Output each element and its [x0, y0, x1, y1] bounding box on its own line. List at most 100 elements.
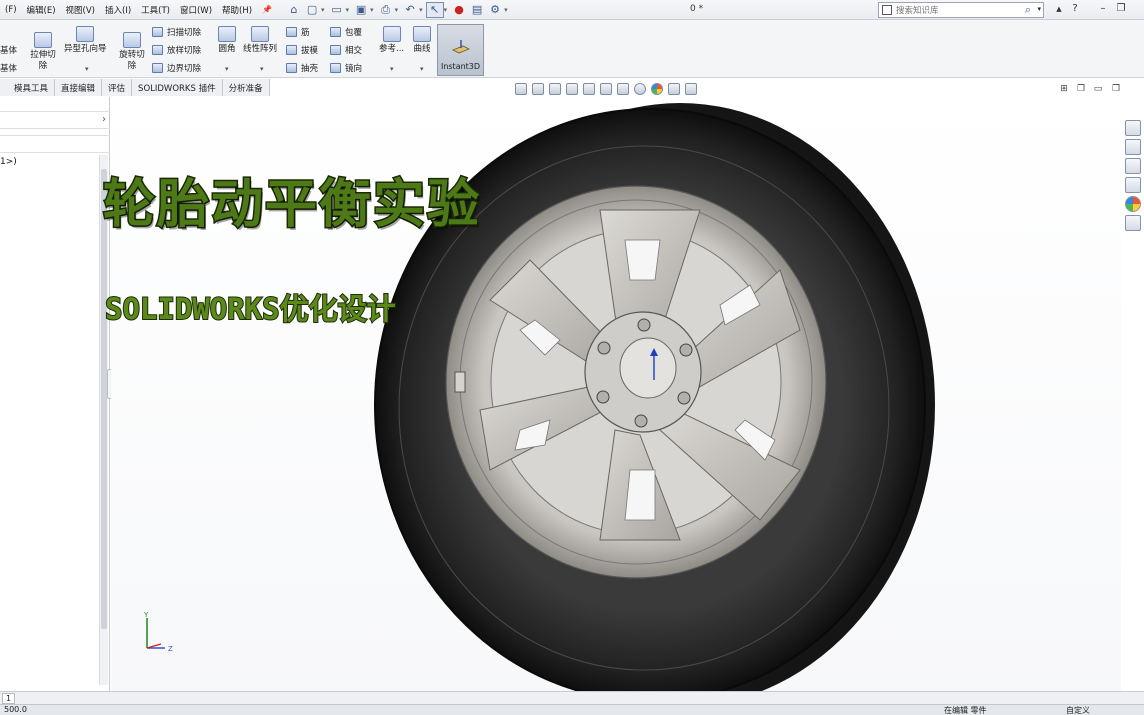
chevron-right-icon[interactable]: › — [102, 114, 106, 125]
file-explorer-icon[interactable] — [1124, 158, 1141, 174]
viewport-restore-icon[interactable]: ❐ — [1075, 84, 1087, 94]
linear-pattern-button[interactable]: 线性阵列 — [243, 26, 277, 55]
search-icon[interactable]: ⌕ — [1025, 3, 1031, 17]
chevron-down-icon[interactable]: ▾ — [1037, 5, 1041, 13]
menu-edit[interactable]: 编辑(E) — [22, 4, 61, 16]
feature-tree-item[interactable]: 1>) — [0, 157, 17, 167]
view-orientation-icon[interactable] — [600, 83, 612, 95]
intersect-button[interactable]: 相交 — [330, 44, 362, 56]
print-icon[interactable]: ⎙ — [377, 2, 395, 18]
viewport-tile-icon[interactable]: ▭ — [1092, 84, 1104, 94]
triad-y-label: Y — [143, 611, 149, 619]
viewport-close-icon[interactable]: ❐ — [1110, 84, 1122, 94]
display-style-icon[interactable] — [617, 83, 629, 95]
mirror-button[interactable]: 镜向 — [330, 62, 362, 74]
curves-button[interactable]: 曲线 — [413, 26, 431, 55]
file-properties-icon[interactable]: ▤ — [468, 2, 486, 18]
zoom-to-area-icon[interactable] — [532, 83, 544, 95]
menu-tools[interactable]: 工具(T) — [136, 4, 175, 16]
rebuild-icon[interactable]: ● — [450, 2, 468, 18]
appearances-icon[interactable] — [1124, 196, 1141, 212]
dynamic-annotation-icon[interactable] — [583, 83, 595, 95]
wrap-label: 包覆 — [345, 28, 363, 38]
instant3d-button[interactable]: Instant3D — [437, 24, 484, 76]
design-library-icon[interactable] — [1124, 139, 1141, 155]
open-folder-icon[interactable]: ▭ — [328, 2, 346, 18]
view-palette-icon[interactable] — [1124, 177, 1141, 193]
tab-analysis-preparation[interactable]: 分析准备 — [222, 79, 270, 96]
rib-button[interactable]: 筋 — [286, 26, 310, 38]
zoom-to-fit-icon[interactable] — [515, 83, 527, 95]
draft-label: 拔模 — [301, 46, 319, 56]
extrude-cut-button[interactable]: 拉伸切除 — [28, 32, 58, 72]
loft-cut-button[interactable]: 放样切除 — [152, 44, 201, 56]
save-icon[interactable]: ▣ — [352, 2, 370, 18]
previous-view-icon[interactable] — [549, 83, 561, 95]
menu-insert[interactable]: 插入(I) — [100, 4, 136, 16]
search-input[interactable] — [896, 5, 1016, 15]
solidworks-resources-icon[interactable] — [1124, 120, 1141, 136]
restore-button[interactable]: ❐ — [1114, 3, 1128, 14]
apply-scene-icon[interactable] — [668, 83, 680, 95]
fillet-button[interactable]: 圆角 — [218, 26, 236, 55]
chevron-down-icon[interactable]: ▾ — [370, 6, 374, 14]
chevron-down-icon[interactable]: ▾ — [346, 6, 350, 14]
menu-help[interactable]: 帮助(H) — [217, 4, 257, 16]
valve-stem — [454, 371, 466, 393]
hole-wizard-button[interactable]: 异型孔向导 — [64, 26, 107, 55]
base-label-2[interactable]: 基体 — [0, 62, 17, 74]
chevron-down-icon[interactable]: ▾ — [85, 65, 89, 73]
mirror-label: 镜向 — [345, 64, 363, 74]
chevron-down-icon[interactable]: ▾ — [420, 65, 424, 73]
swept-cut-button[interactable]: 扫描切除 — [152, 26, 201, 38]
menu-window[interactable]: 窗口(W) — [175, 4, 217, 16]
chevron-down-icon[interactable]: ▾ — [390, 65, 394, 73]
base-label-1[interactable]: 基体 — [0, 44, 17, 56]
hide-show-items-icon[interactable] — [634, 83, 646, 95]
task-pane — [1121, 115, 1144, 240]
center-cap — [619, 337, 677, 399]
pin-icon[interactable]: 📌 — [257, 5, 277, 14]
options-gear-icon[interactable]: ⚙ — [486, 2, 504, 18]
revolve-cut-button[interactable]: 旋转切除 — [117, 32, 147, 72]
rib-label: 筋 — [301, 28, 310, 38]
chevron-down-icon[interactable]: ▾ — [260, 65, 264, 73]
shell-button[interactable]: 抽壳 — [286, 62, 318, 74]
search-knowledge-base[interactable]: ⌕ ▾ — [878, 2, 1044, 18]
model-tab[interactable]: 1 — [2, 693, 16, 704]
tab-direct-editing[interactable]: 直接编辑 — [55, 79, 103, 96]
expand-icon[interactable]: ▲ — [1052, 5, 1066, 13]
new-document-icon[interactable]: ▢ — [303, 2, 321, 18]
scrollbar-thumb[interactable] — [101, 169, 107, 629]
boundary-cut-button[interactable]: 边界切除 — [152, 62, 201, 74]
chevron-down-icon[interactable]: ▾ — [225, 65, 229, 73]
linear-pattern-label: 线性阵列 — [243, 44, 278, 54]
menu-file[interactable]: (F) — [0, 5, 22, 15]
view-settings-icon[interactable] — [685, 83, 697, 95]
chevron-down-icon[interactable]: ▾ — [419, 6, 423, 14]
shell-label: 抽壳 — [301, 64, 319, 74]
viewport-expand-icon[interactable]: ⊞ — [1058, 84, 1070, 94]
chevron-down-icon[interactable]: ▾ — [444, 6, 448, 14]
wrap-button[interactable]: 包覆 — [330, 26, 362, 38]
filter-row[interactable] — [0, 135, 110, 153]
menu-view[interactable]: 视图(V) — [61, 4, 100, 16]
tab-mold-tools[interactable]: 模具工具 — [0, 79, 56, 96]
edit-appearance-icon[interactable] — [651, 83, 663, 95]
tab-solidworks-addins[interactable]: SOLIDWORKS 插件 — [132, 79, 223, 96]
status-units[interactable]: 自定义 — [1066, 705, 1090, 715]
draft-button[interactable]: 拔模 — [286, 44, 318, 56]
rib-icon — [286, 27, 297, 37]
minimize-button[interactable]: – — [1096, 3, 1110, 14]
custom-properties-icon[interactable] — [1124, 215, 1141, 231]
home-icon[interactable]: ⌂ — [285, 2, 303, 18]
chevron-down-icon[interactable]: ▾ — [321, 6, 325, 14]
tab-evaluate[interactable]: 评估 — [102, 79, 133, 96]
help-icon[interactable]: ? — [1068, 3, 1082, 14]
reference-geometry-button[interactable]: 参考... — [379, 26, 404, 55]
chevron-down-icon[interactable]: ▾ — [395, 6, 399, 14]
undo-icon[interactable]: ↶ — [401, 2, 419, 18]
select-cursor-icon[interactable]: ↖ — [425, 1, 444, 18]
chevron-down-icon[interactable]: ▾ — [504, 6, 508, 14]
section-view-icon[interactable] — [566, 83, 578, 95]
